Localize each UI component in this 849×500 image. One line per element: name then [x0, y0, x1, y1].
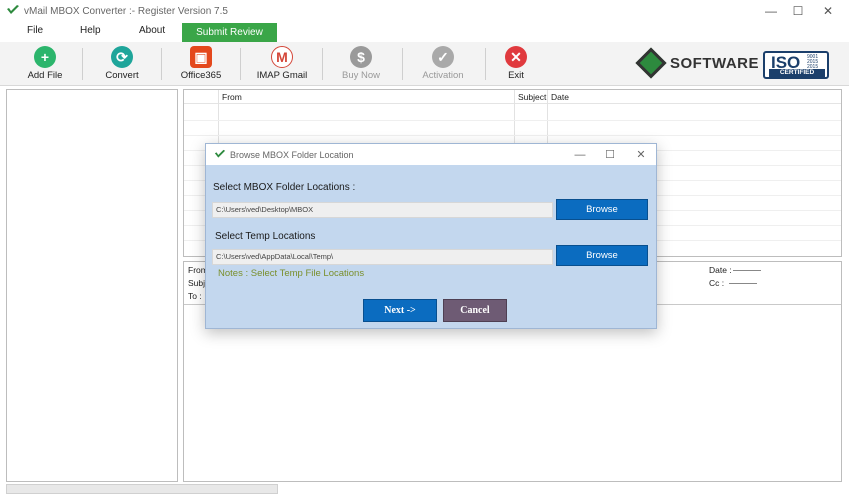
preview-cc-label: Cc : [709, 278, 725, 288]
imap-gmail-button[interactable]: M IMAP Gmail [245, 46, 319, 84]
dialog-minimize-button[interactable]: — [567, 144, 593, 165]
close-button[interactable]: ✕ [813, 0, 843, 22]
plus-circle-icon: + [34, 46, 56, 68]
minimize-button[interactable]: — [756, 0, 786, 22]
imap-gmail-label: IMAP Gmail [256, 70, 308, 81]
toolbar-divider [402, 48, 403, 80]
toolbar-divider [322, 48, 323, 80]
preview-to-label: To : [188, 291, 202, 301]
exit-button[interactable]: ✕ Exit [479, 46, 553, 84]
toolbar-divider [82, 48, 83, 80]
cancel-button[interactable]: Cancel [443, 299, 507, 322]
column-date[interactable]: Date [551, 92, 569, 102]
toolbar-divider [240, 48, 241, 80]
iso-badge: ISO 9001 2015 2015 CERTIFIED [763, 51, 829, 79]
folder-tree-panel[interactable] [6, 89, 178, 482]
gmail-icon: M [271, 46, 293, 68]
next-button[interactable]: Next -> [363, 299, 437, 322]
window-title: vMail MBOX Converter :- Register Version… [24, 5, 228, 17]
dialog-close-button[interactable]: ✕ [628, 144, 654, 165]
horizontal-scrollbar[interactable] [6, 484, 278, 494]
preview-date-value [733, 270, 761, 271]
temp-location-label: Select Temp Locations [215, 231, 316, 242]
add-file-button[interactable]: + Add File [8, 46, 82, 84]
maximize-button[interactable]: ☐ [783, 0, 813, 22]
mbox-folder-path-field[interactable]: C:\Users\ved\Desktop\MBOX [212, 202, 553, 218]
office365-icon: ▣ [190, 46, 212, 68]
add-file-label: Add File [27, 70, 63, 81]
app-logo-icon [214, 149, 226, 158]
dialog-maximize-button[interactable]: ☐ [597, 144, 623, 165]
notes-text: Notes : Select Temp File Locations [218, 268, 365, 279]
menu-help[interactable]: Help [80, 25, 101, 36]
activation-label: Activation [422, 70, 464, 81]
email-list-header: From Subject Date [184, 90, 841, 104]
preview-date-label: Date : [709, 265, 732, 275]
dollar-icon: $ [350, 46, 372, 68]
refresh-icon: ⟳ [111, 46, 133, 68]
buy-now-button[interactable]: $ Buy Now [324, 46, 398, 84]
convert-label: Convert [105, 70, 139, 81]
toolbar-divider [161, 48, 162, 80]
app-logo-icon [7, 5, 19, 14]
exit-label: Exit [508, 70, 524, 81]
menu-about[interactable]: About [139, 25, 165, 36]
menu-bar: File Help About Submit Review [0, 22, 849, 42]
submit-review-button[interactable]: Submit Review [182, 23, 277, 42]
brand-text: SOFTWARE [670, 54, 759, 72]
iso-certified-label: CERTIFIED [769, 69, 825, 77]
menu-file[interactable]: File [27, 25, 43, 36]
browse-mbox-button[interactable]: Browse [556, 199, 648, 220]
activation-button[interactable]: ✓ Activation [406, 46, 480, 84]
temp-path-field[interactable]: C:\Users\ved\AppData\Local\Temp\ [212, 249, 553, 265]
preview-cc-value [729, 283, 757, 284]
office365-label: Office365 [180, 70, 222, 81]
column-from[interactable]: From [222, 92, 242, 102]
buy-now-label: Buy Now [341, 70, 380, 81]
row-divider [184, 135, 841, 136]
browse-temp-button[interactable]: Browse [556, 245, 648, 266]
brand-logo: SOFTWARE [635, 47, 759, 79]
brand-diamond-icon [635, 47, 667, 79]
close-circle-icon: ✕ [505, 46, 527, 68]
mbox-folder-label: Select MBOX Folder Locations : [213, 182, 356, 193]
convert-button[interactable]: ⟳ Convert [85, 46, 159, 84]
iso-numbers: 9001 2015 2015 [807, 54, 819, 70]
column-subject[interactable]: Subject [518, 92, 546, 102]
dialog-title: Browse MBOX Folder Location [230, 149, 354, 160]
check-circle-icon: ✓ [432, 46, 454, 68]
row-divider [184, 120, 841, 121]
browse-mbox-dialog: Browse MBOX Folder Location — ☐ ✕ Select… [205, 143, 657, 329]
office365-button[interactable]: ▣ Office365 [164, 46, 238, 84]
title-bar: vMail MBOX Converter :- Register Version… [0, 0, 849, 22]
